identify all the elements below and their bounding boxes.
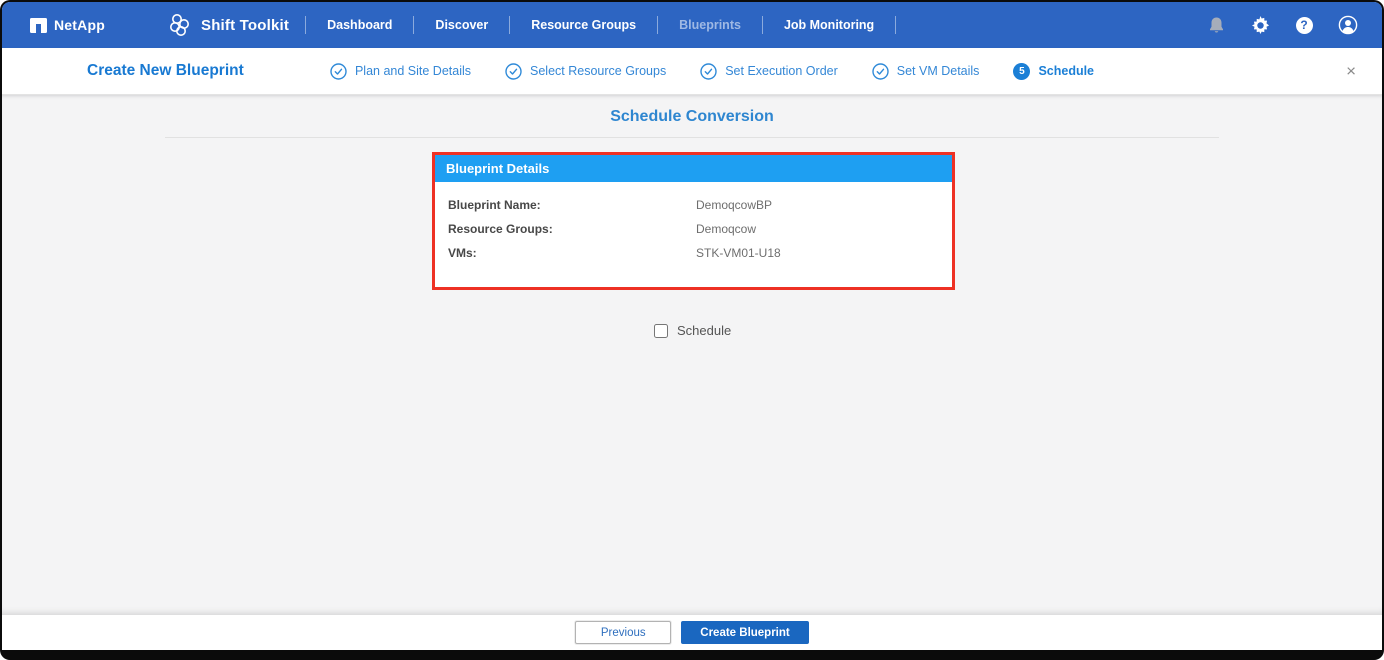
check-circle-icon — [700, 62, 717, 80]
nav-item[interactable]: Blueprints — [657, 16, 762, 34]
schedule-checkbox-row[interactable]: Schedule — [654, 323, 731, 338]
top-navbar: NetApp Shift Toolkit Dashboard Discover Re… — [2, 2, 1382, 48]
previous-button[interactable]: Previous — [575, 621, 672, 644]
detail-row: Blueprint Name: DemoqcowBP — [448, 193, 952, 217]
schedule-checkbox[interactable] — [654, 323, 668, 338]
check-circle-icon — [330, 62, 347, 80]
heading-divider — [165, 137, 1219, 138]
wizard-step[interactable]: 5 Schedule — [1013, 62, 1095, 80]
bell-icon[interactable] — [1206, 15, 1226, 35]
netapp-mark-icon — [30, 17, 47, 34]
netapp-logo[interactable]: NetApp — [30, 17, 105, 34]
page-title: Schedule Conversion — [610, 108, 774, 125]
nav-item[interactable]: Resource Groups — [509, 16, 657, 34]
netapp-brand-text: NetApp — [54, 17, 105, 33]
detail-value: Demoqcow — [696, 222, 757, 236]
detail-label: Blueprint Name: — [448, 198, 541, 212]
help-icon[interactable]: ? — [1294, 15, 1314, 35]
detail-row: Resource Groups: Demoqcow — [448, 217, 952, 241]
main-content: Schedule Conversion Blueprint Details Bl… — [2, 95, 1382, 615]
step-number-badge: 5 — [1013, 62, 1031, 80]
step-label: Select Resource Groups — [530, 64, 667, 78]
schedule-checkbox-label: Schedule — [677, 323, 732, 338]
shift-toolkit-icon — [167, 12, 193, 38]
shift-toolkit-logo[interactable]: Shift Toolkit — [167, 12, 289, 38]
nav-item[interactable]: Discover — [413, 16, 509, 34]
account-icon[interactable] — [1338, 15, 1358, 35]
navbar-icon-group: ? — [1206, 15, 1358, 35]
wizard-step[interactable]: Plan and Site Details — [330, 62, 472, 80]
create-blueprint-button[interactable]: Create Blueprint — [681, 621, 809, 644]
step-label: Set Execution Order — [725, 64, 838, 78]
wizard-step[interactable]: Select Resource Groups — [505, 62, 667, 80]
wizard-step[interactable]: Set VM Details — [872, 62, 980, 80]
step-label: Plan and Site Details — [354, 64, 472, 78]
wizard-title: Create New Blueprint — [87, 62, 244, 79]
check-circle-icon — [505, 62, 522, 80]
wizard-header: Create New Blueprint Plan and Site Detai… — [2, 48, 1382, 95]
check-circle-icon — [872, 62, 889, 80]
app-window: NetApp Shift Toolkit Dashboard Discover Re… — [0, 0, 1384, 660]
detail-label: Resource Groups: — [448, 222, 553, 236]
step-label: Schedule — [1038, 64, 1095, 78]
nav-item[interactable]: Job Monitoring — [761, 16, 895, 34]
detail-value: DemoqcowBP — [696, 198, 773, 212]
step-label: Set VM Details — [896, 64, 980, 78]
footer-actions: Previous Create Blueprint — [2, 615, 1382, 650]
detail-value: STK-VM01-U18 — [696, 246, 781, 260]
gear-icon[interactable] — [1250, 15, 1270, 35]
close-icon[interactable]: × — [1346, 63, 1356, 80]
detail-label: VMs: — [448, 246, 477, 260]
details-rows: Blueprint Name: DemoqcowBP Resource Grou… — [435, 182, 952, 265]
details-panel-header: Blueprint Details — [435, 155, 952, 182]
wizard-steps: Plan and Site Details Select Resource Gr… — [290, 62, 1095, 80]
detail-row: VMs: STK-VM01-U18 — [448, 241, 952, 265]
wizard-step[interactable]: Set Execution Order — [700, 62, 838, 80]
main-nav: Dashboard Discover Resource Groups Blueprin… — [299, 16, 896, 34]
annotation-highlight: Blueprint Details Blueprint Name: Demoqc… — [432, 152, 955, 290]
nav-item[interactable]: Dashboard — [305, 16, 413, 34]
product-title: Shift Toolkit — [200, 16, 290, 34]
